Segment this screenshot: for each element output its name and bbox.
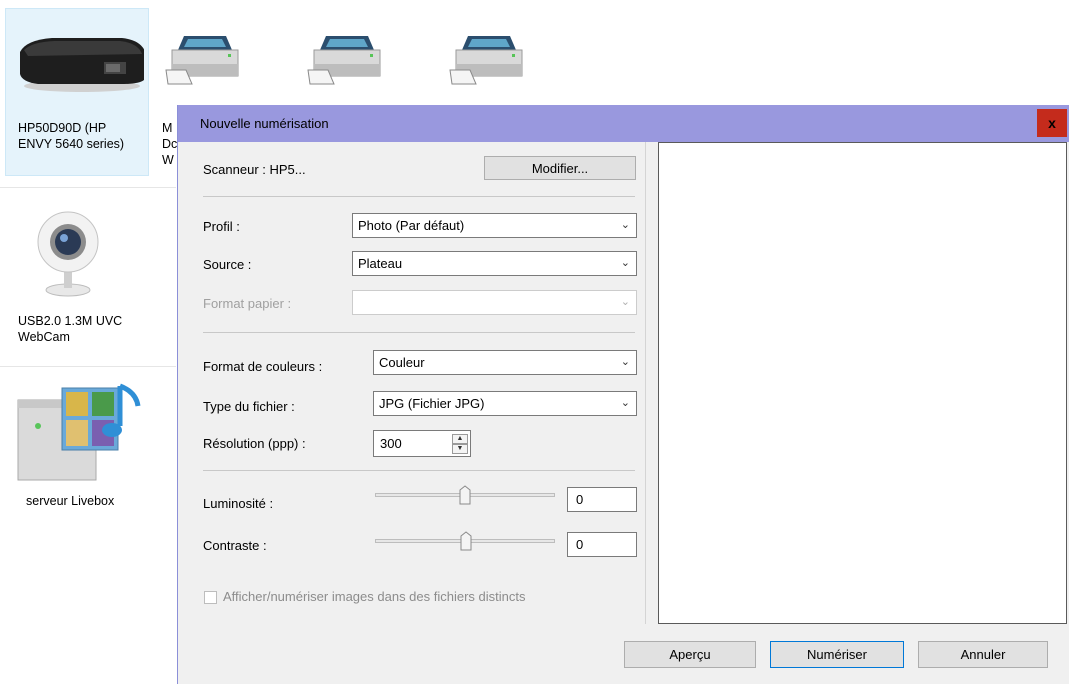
webcam-icon[interactable] bbox=[36, 210, 100, 300]
color-format-select[interactable]: Couleur ⌄ bbox=[373, 350, 637, 375]
contrast-input[interactable]: 0 bbox=[567, 532, 637, 557]
contrast-slider-thumb[interactable] bbox=[460, 531, 472, 551]
profile-value: Photo (Par défaut) bbox=[358, 218, 465, 233]
chevron-down-icon: ⌄ bbox=[620, 356, 630, 368]
source-value: Plateau bbox=[358, 256, 403, 271]
separate-files-checkbox[interactable] bbox=[204, 591, 217, 604]
media-server-icon[interactable] bbox=[16, 382, 146, 482]
profile-select[interactable]: Photo (Par défaut) ⌄ bbox=[352, 213, 637, 238]
brightness-slider-thumb[interactable] bbox=[459, 485, 471, 505]
dialog-titlebar[interactable]: Nouvelle numérisation x bbox=[178, 105, 1069, 142]
divider bbox=[203, 332, 635, 333]
device-label-webcam: USB2.0 1.3M UVC WebCam bbox=[18, 314, 123, 344]
device-label-partial: M Dc W bbox=[162, 121, 178, 167]
chevron-down-icon: ⌄ bbox=[620, 257, 630, 269]
contrast-value: 0 bbox=[576, 537, 584, 552]
brightness-input[interactable]: 0 bbox=[567, 487, 637, 512]
scan-dialog: Nouvelle numérisation x Scanneur : HP5..… bbox=[177, 105, 1069, 684]
color-format-value: Couleur bbox=[379, 355, 425, 370]
chevron-down-icon: ⌄ bbox=[620, 219, 630, 231]
divider bbox=[203, 196, 635, 197]
scan-button[interactable]: Numériser bbox=[770, 641, 904, 668]
device-label-hp: HP50D90D (HP ENVY 5640 series) bbox=[18, 121, 125, 151]
close-button[interactable]: x bbox=[1037, 109, 1067, 137]
printer-icon[interactable] bbox=[448, 30, 528, 90]
separate-files-label: Afficher/numériser images dans des fichi… bbox=[223, 589, 526, 604]
divider bbox=[203, 470, 635, 471]
panel-divider bbox=[645, 142, 646, 624]
cancel-button[interactable]: Annuler bbox=[918, 641, 1048, 668]
file-type-select[interactable]: JPG (Fichier JPG) ⌄ bbox=[373, 391, 637, 416]
color-format-label: Format de couleurs : bbox=[203, 359, 323, 374]
profile-label: Profil : bbox=[203, 219, 240, 234]
resolution-value: 300 bbox=[380, 436, 402, 451]
scan-preview-area bbox=[658, 142, 1067, 624]
printer-icon bbox=[20, 38, 144, 92]
brightness-value: 0 bbox=[576, 492, 584, 507]
resolution-stepper[interactable]: 300 ▲ ▼ bbox=[373, 430, 471, 457]
spin-down-icon[interactable]: ▼ bbox=[452, 444, 468, 454]
dialog-title: Nouvelle numérisation bbox=[200, 116, 329, 131]
preview-button[interactable]: Aperçu bbox=[624, 641, 756, 668]
paper-format-label: Format papier : bbox=[203, 296, 292, 311]
device-label-livebox: serveur Livebox bbox=[26, 494, 115, 508]
printer-icon[interactable] bbox=[164, 30, 244, 90]
file-type-value: JPG (Fichier JPG) bbox=[379, 396, 485, 411]
brightness-label: Luminosité : bbox=[203, 496, 274, 511]
modify-scanner-button[interactable]: Modifier... bbox=[484, 156, 636, 180]
source-label: Source : bbox=[203, 257, 252, 272]
resolution-label: Résolution (ppp) : bbox=[203, 436, 306, 451]
close-icon: x bbox=[1048, 115, 1056, 131]
contrast-label: Contraste : bbox=[203, 538, 267, 553]
chevron-down-icon: ⌄ bbox=[620, 296, 630, 308]
printer-icon[interactable] bbox=[306, 30, 386, 90]
file-type-label: Type du fichier : bbox=[203, 399, 295, 414]
chevron-down-icon: ⌄ bbox=[620, 397, 630, 409]
section-divider bbox=[0, 366, 176, 367]
source-select[interactable]: Plateau ⌄ bbox=[352, 251, 637, 276]
spin-up-icon[interactable]: ▲ bbox=[452, 434, 468, 444]
section-divider bbox=[0, 187, 176, 188]
paper-format-select: ⌄ bbox=[352, 290, 637, 315]
scanner-label: Scanneur : HP5... bbox=[203, 162, 306, 177]
